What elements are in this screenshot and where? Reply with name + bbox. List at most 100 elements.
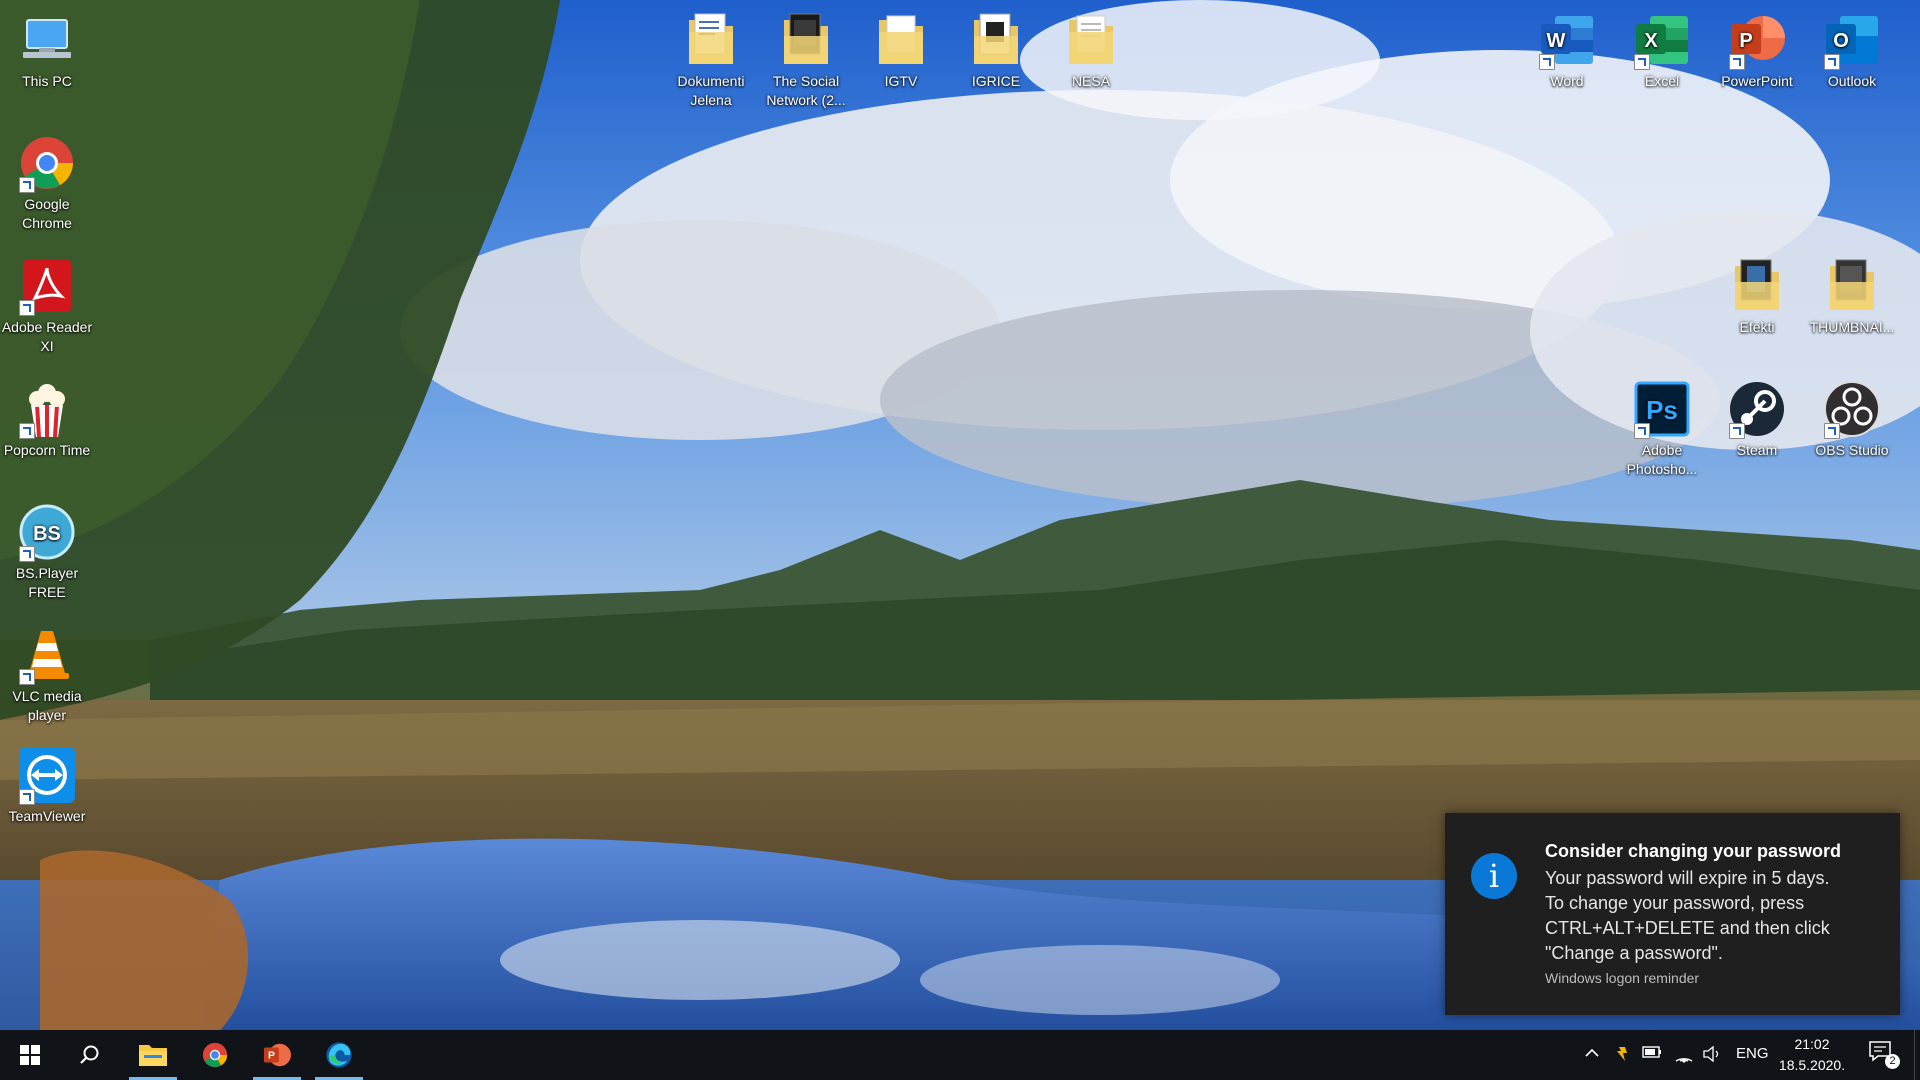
bsplayer-icon: BS — [17, 502, 77, 562]
desktop-icon-popcorn-time[interactable]: Popcorn Time — [0, 379, 94, 460]
password-reminder-toast[interactable]: i Consider changing your password Your p… — [1445, 813, 1900, 1015]
clock-time: 21:02 — [1794, 1036, 1830, 1052]
powerpoint-icon: P — [1727, 10, 1787, 70]
shortcut-arrow-icon — [1729, 423, 1745, 439]
clock-date: 18.5.2020. — [1778, 1057, 1846, 1073]
desktop-icon-label: Google Chrome — [22, 196, 72, 231]
desktop-icon-the-social-network[interactable]: The Social Network (2... — [759, 10, 853, 110]
windows-start-icon — [20, 1045, 40, 1065]
edge-icon — [326, 1042, 352, 1068]
teamviewer-icon — [17, 745, 77, 805]
show-desktop-button[interactable] — [1914, 1030, 1920, 1080]
show-hidden-icons-chevron-icon[interactable] — [1582, 1045, 1602, 1065]
folder-icon — [681, 10, 741, 70]
svg-text:W: W — [1547, 30, 1566, 52]
desktop-icon-label: This PC — [22, 73, 72, 89]
desktop-icon-label: PowerPoint — [1721, 73, 1793, 89]
shortcut-arrow-icon — [19, 177, 35, 193]
search-icon — [80, 1045, 99, 1064]
desktop-icon-label: Popcorn Time — [3, 442, 91, 458]
desktop-icon-nesa[interactable]: NESA — [1044, 10, 1138, 91]
tray-app-icon[interactable] — [1612, 1045, 1632, 1065]
taskbar-file-explorer[interactable] — [125, 1030, 181, 1080]
shortcut-arrow-icon — [19, 669, 35, 685]
taskbar: P ENG 21:02 18.5.2020. 2 — [0, 1030, 1920, 1080]
desktop-icon-vlc[interactable]: VLC media player — [0, 625, 94, 725]
wifi-icon[interactable] — [1674, 1045, 1694, 1065]
desktop-icon-adobe-reader[interactable]: Adobe Reader XI — [0, 256, 94, 356]
action-center-button[interactable]: 2 — [1868, 1040, 1900, 1069]
desktop-icon-label: IGTV — [884, 73, 918, 89]
toast-source: Windows logon reminder — [1545, 970, 1700, 986]
desktop-icon-igrice[interactable]: IGRICE — [949, 10, 1043, 91]
word-icon: W — [1537, 10, 1597, 70]
taskbar-chrome[interactable] — [187, 1030, 243, 1080]
obs-icon — [1822, 379, 1882, 439]
vlc-cone-icon — [17, 625, 77, 685]
desktop[interactable]: This PC Google Chrome Adobe Reader XI Po… — [0, 0, 1920, 1030]
desktop-icon-photoshop[interactable]: Ps Adobe Photosho... — [1615, 379, 1709, 479]
folder-icon — [1822, 256, 1882, 316]
search-button[interactable] — [62, 1030, 118, 1080]
clock[interactable]: 21:02 18.5.2020. — [1772, 1034, 1852, 1076]
excel-icon: X — [1632, 10, 1692, 70]
volume-icon[interactable] — [1702, 1045, 1722, 1065]
toast-body: Your password will expire in 5 days. To … — [1545, 866, 1880, 966]
popcorn-icon — [17, 379, 77, 439]
desktop-icon-label: Adobe Photosho... — [1626, 442, 1698, 477]
desktop-icon-bsplayer[interactable]: BS BS.Player FREE — [0, 502, 94, 602]
taskbar-edge[interactable] — [311, 1030, 367, 1080]
toast-line: To change your password, press — [1545, 893, 1805, 913]
folder-icon — [871, 10, 931, 70]
shortcut-arrow-icon — [19, 546, 35, 562]
desktop-icon-obs[interactable]: OBS Studio — [1805, 379, 1899, 460]
desktop-icon-label: IGRICE — [971, 73, 1021, 89]
desktop-icon-dokumenti-jelena[interactable]: Dokumenti Jelena — [664, 10, 758, 110]
desktop-icon-label: Word — [1550, 73, 1584, 89]
svg-text:P: P — [1739, 30, 1752, 52]
powerpoint-icon: P — [263, 1043, 291, 1067]
desktop-icon-label: Steam — [1736, 442, 1778, 458]
toast-line: Your password will expire in 5 days. — [1545, 868, 1830, 888]
desktop-icon-label: Dokumenti Jelena — [677, 73, 745, 108]
file-explorer-icon — [139, 1045, 167, 1066]
taskbar-powerpoint[interactable]: P — [249, 1030, 305, 1080]
info-icon: i — [1471, 853, 1517, 899]
shortcut-arrow-icon — [19, 300, 35, 316]
desktop-icon-word[interactable]: W Word — [1520, 10, 1614, 91]
desktop-icon-label: VLC media player — [12, 688, 82, 723]
start-button[interactable] — [0, 1030, 60, 1080]
toast-title: Consider changing your password — [1545, 841, 1842, 861]
desktop-icon-google-chrome[interactable]: Google Chrome — [0, 133, 94, 233]
computer-icon — [17, 10, 77, 70]
desktop-icon-outlook[interactable]: O Outlook — [1805, 10, 1899, 91]
desktop-icon-label: Adobe Reader XI — [1, 319, 93, 354]
svg-text:BS: BS — [33, 523, 61, 545]
desktop-icon-excel[interactable]: X Excel — [1615, 10, 1709, 91]
battery-icon[interactable] — [1642, 1045, 1662, 1065]
desktop-icon-label: Efekti — [1739, 319, 1775, 335]
shortcut-arrow-icon — [19, 423, 35, 439]
desktop-icon-igtv[interactable]: IGTV — [854, 10, 948, 91]
desktop-icon-efekti[interactable]: Efekti — [1710, 256, 1804, 337]
chrome-icon — [17, 133, 77, 193]
shortcut-arrow-icon — [1824, 423, 1840, 439]
desktop-icon-label: OBS Studio — [1815, 442, 1889, 458]
language-indicator[interactable]: ENG — [1736, 1045, 1769, 1062]
desktop-icon-this-pc[interactable]: This PC — [0, 10, 94, 91]
desktop-icon-powerpoint[interactable]: P PowerPoint — [1710, 10, 1804, 91]
folder-icon — [966, 10, 1026, 70]
desktop-icon-teamviewer[interactable]: TeamViewer — [0, 745, 94, 826]
svg-text:O: O — [1833, 30, 1849, 52]
desktop-icon-label: NESA — [1071, 73, 1111, 89]
svg-text:X: X — [1644, 30, 1658, 52]
folder-icon — [776, 10, 836, 70]
desktop-icon-label: Outlook — [1827, 73, 1877, 89]
shortcut-arrow-icon — [1634, 54, 1650, 70]
desktop-icon-label: THUMBNAI... — [1809, 319, 1895, 335]
desktop-icon-thumbnail[interactable]: THUMBNAI... — [1805, 256, 1899, 337]
folder-icon — [1061, 10, 1121, 70]
desktop-icon-steam[interactable]: Steam — [1710, 379, 1804, 460]
shortcut-arrow-icon — [1824, 54, 1840, 70]
steam-icon — [1727, 379, 1787, 439]
